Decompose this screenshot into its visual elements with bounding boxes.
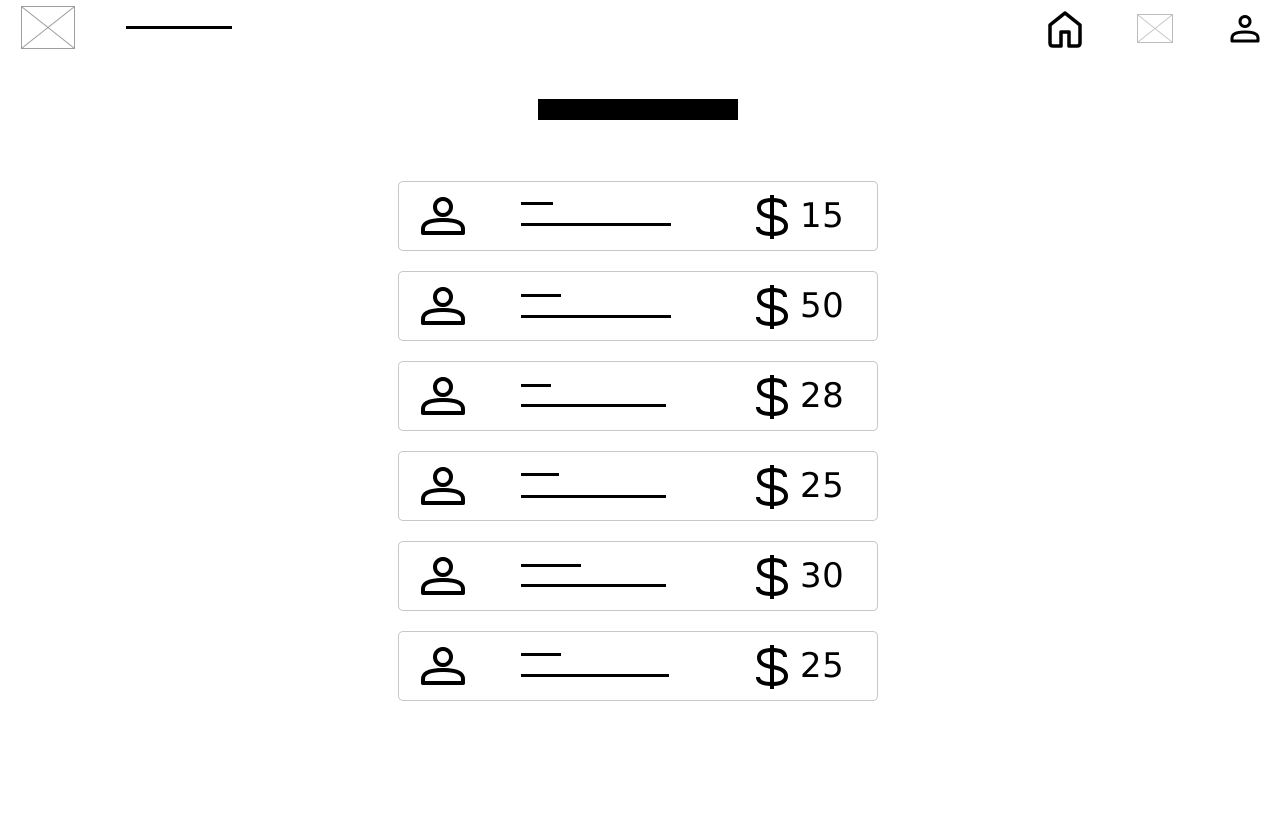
item-price: 30: [800, 556, 845, 596]
list-item[interactable]: 25: [398, 451, 878, 521]
person-icon: [421, 287, 465, 325]
item-subtitle-placeholder: [521, 564, 581, 567]
item-price: 28: [800, 376, 845, 416]
person-icon: [421, 647, 465, 685]
logo-image-placeholder: [21, 6, 75, 49]
list-item[interactable]: 30: [398, 541, 878, 611]
person-icon: [421, 377, 465, 415]
nav-home-button[interactable]: [1046, 10, 1084, 48]
header-title-placeholder: [126, 26, 232, 29]
person-icon: [421, 467, 465, 505]
item-subtitle-placeholder: [521, 384, 551, 387]
item-list: 15 50 28 25 30 25: [398, 181, 878, 721]
item-title-placeholder: [521, 495, 666, 498]
person-icon: [421, 557, 465, 595]
dollar-icon: [756, 195, 789, 239]
dollar-icon: [756, 285, 789, 329]
list-item[interactable]: 28: [398, 361, 878, 431]
image-placeholder-icon: [22, 7, 74, 48]
page-title-placeholder: [538, 99, 738, 120]
person-icon: [1230, 15, 1260, 43]
item-title-placeholder: [521, 315, 671, 318]
dollar-icon: [756, 375, 789, 419]
nav-image-button[interactable]: [1137, 14, 1173, 43]
list-item[interactable]: 50: [398, 271, 878, 341]
list-item[interactable]: 15: [398, 181, 878, 251]
item-subtitle-placeholder: [521, 294, 561, 297]
item-title-placeholder: [521, 674, 669, 677]
person-icon: [421, 197, 465, 235]
item-title-placeholder: [521, 223, 671, 226]
image-placeholder-icon: [1138, 15, 1172, 42]
item-price: 15: [800, 196, 845, 236]
dollar-icon: [756, 555, 789, 599]
list-item[interactable]: 25: [398, 631, 878, 701]
item-subtitle-placeholder: [521, 202, 553, 205]
item-title-placeholder: [521, 404, 666, 407]
dollar-icon: [756, 645, 789, 689]
nav-profile-button[interactable]: [1229, 13, 1261, 45]
dollar-icon: [756, 465, 789, 509]
item-price: 50: [800, 286, 845, 326]
item-price: 25: [800, 466, 845, 506]
item-subtitle-placeholder: [521, 473, 559, 476]
home-icon: [1048, 11, 1082, 48]
item-title-placeholder: [521, 584, 666, 587]
item-subtitle-placeholder: [521, 653, 561, 656]
item-price: 25: [800, 646, 845, 686]
